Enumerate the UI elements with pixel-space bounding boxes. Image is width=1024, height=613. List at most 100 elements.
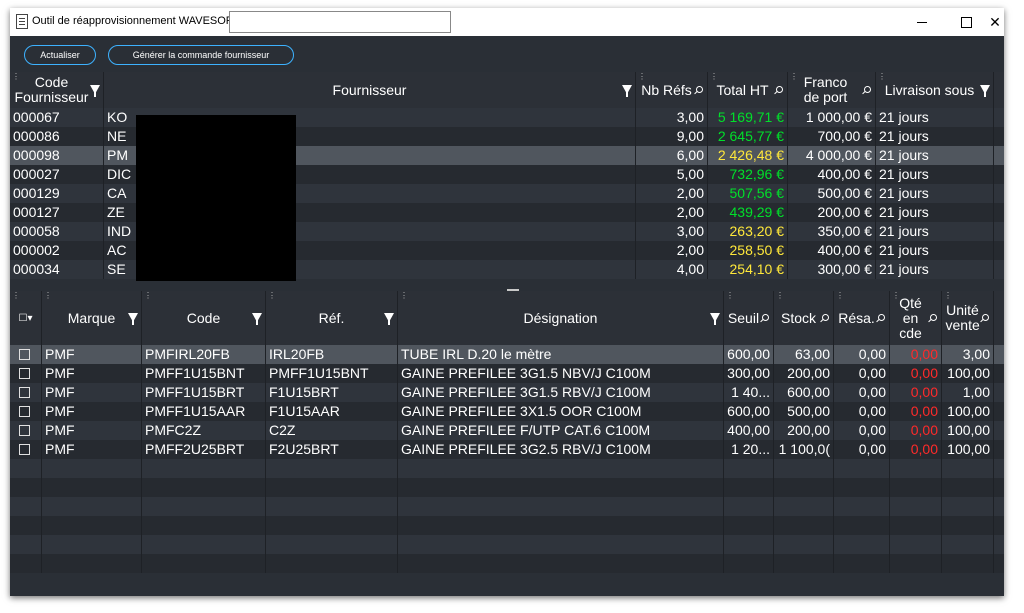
qty-ordered-cell: 0,00 [890,364,942,383]
search-icon[interactable] [776,86,783,93]
franco-cell: 300,00 € [788,260,876,279]
delivery-cell: 21 jours [876,203,994,222]
ref-cell: F1U15BRT [266,383,398,402]
row-checkbox[interactable] [19,349,30,360]
reserved-cell: 0,00 [834,383,890,402]
col-header-brand[interactable]: ⋮ Marque [42,291,142,345]
ref-cell: PMFF1U15BNT [266,364,398,383]
row-checkbox[interactable] [19,368,30,379]
generate-order-button[interactable]: Générer la commande fournisseur [108,45,294,65]
code-cell: PMFC2Z [142,421,266,440]
franco-cell: 200,00 € [788,203,876,222]
supplier-code-cell: 000098 [10,146,104,165]
unit-sale-cell: 100,00 [942,402,994,421]
col-header-stock[interactable]: ⋮ Stock [774,291,834,345]
col-header-supplier-code[interactable]: ⋮ Code Fournisseur [10,72,104,108]
col-header-designation[interactable]: ⋮ Désignation [398,291,724,345]
redacted-area [136,115,296,285]
designation-cell [398,554,724,573]
ref-cell [266,516,398,535]
threshold-cell: 300,00 [724,364,774,383]
unit-sale-cell [942,497,994,516]
threshold-cell: 1 40... [724,383,774,402]
item-row[interactable]: PMF PMFF1U15AAR F1U15AAR GAINE PREFILEE 3X1… [10,402,1004,421]
nb-refs-cell: 3,00 [636,222,708,241]
col-header-delivery[interactable]: ⋮ Livraison sous [876,72,994,108]
nb-refs-cell: 3,00 [636,108,708,127]
stock-cell [774,478,834,497]
col-header-supplier-name[interactable]: Fournisseur [104,72,636,108]
ref-cell: F1U15AAR [266,402,398,421]
reserved-cell [834,535,890,554]
filter-icon[interactable] [128,313,138,325]
col-header-total-ht[interactable]: ⋮ Total HT [708,72,788,108]
search-icon[interactable] [982,314,989,321]
search-icon[interactable] [762,314,769,321]
total-ht-cell: 2 645,77 € [708,127,788,146]
col-header-reserved[interactable]: ⋮ Résa. [834,291,890,345]
unit-sale-cell [942,535,994,554]
stock-cell: 1 100,0( [774,440,834,459]
select-cell [10,364,42,383]
franco-cell: 400,00 € [788,241,876,260]
reserved-cell [834,497,890,516]
empty-row [10,516,1004,535]
reserved-cell [834,478,890,497]
row-checkbox[interactable] [19,406,30,417]
filter-icon[interactable] [90,85,100,97]
col-header-threshold[interactable]: ⋮ Seuil [724,291,774,345]
supplier-code-cell: 000034 [10,260,104,279]
select-cell [10,459,42,478]
close-button[interactable]: ✕ [986,8,1004,36]
refresh-button[interactable]: Actualiser [24,45,96,65]
item-row[interactable]: PMF PMFF1U15BRT F1U15BRT GAINE PREFILEE 3G… [10,383,1004,402]
designation-cell [398,535,724,554]
filter-icon[interactable] [622,85,632,97]
code-cell: PMFF1U15AAR [142,402,266,421]
search-icon[interactable] [864,86,871,93]
item-row[interactable]: PMF PMFF2U25BRT F2U25BRT GAINE PREFILEE 3G… [10,440,1004,459]
maximize-button[interactable] [944,8,988,36]
col-header-ref[interactable]: ⋮ Réf. [266,291,398,345]
col-header-select-all[interactable]: ⋮ ☐▾ [10,291,42,345]
item-row[interactable]: PMF PMFIRL20FB IRL20FB TUBE IRL D.20 le mèt… [10,345,1004,364]
row-checkbox[interactable] [19,444,30,455]
filter-icon[interactable] [384,313,394,325]
qty-ordered-cell: 0,00 [890,345,942,364]
item-row[interactable]: PMF PMFF1U15BNT PMFF1U15BNT GAINE PREFILEE… [10,364,1004,383]
replenishment-window: Outil de réapprovisionnement WAVESOFT - … [10,8,1004,596]
filter-icon[interactable] [980,85,990,97]
code-cell [142,478,266,497]
reserved-cell [834,554,890,573]
franco-cell: 700,00 € [788,127,876,146]
window-title: Outil de réapprovisionnement WAVESOFT - [32,15,246,27]
col-header-qty-ordered[interactable]: ⋮ Qté en cde [890,291,942,345]
item-row[interactable]: PMF PMFC2Z C2Z GAINE PREFILEE F/UTP CAT.6 … [10,421,1004,440]
total-ht-cell: 258,50 € [708,241,788,260]
unit-sale-cell: 100,00 [942,364,994,383]
row-checkbox[interactable] [19,387,30,398]
filter-icon[interactable] [710,313,720,325]
stock-cell: 600,00 [774,383,834,402]
reserved-cell: 0,00 [834,440,890,459]
col-header-unit-sale[interactable]: ⋮ Unité vente [942,291,994,345]
search-icon[interactable] [878,314,885,321]
search-icon[interactable] [930,314,937,321]
search-icon[interactable] [696,86,703,93]
brand-cell: PMF [42,421,142,440]
minimize-button[interactable] [900,8,944,36]
nb-refs-cell: 5,00 [636,165,708,184]
search-icon[interactable] [822,314,829,321]
col-header-nb-refs[interactable]: ⋮ Nb Réfs [636,72,708,108]
threshold-cell: 600,00 [724,345,774,364]
row-checkbox[interactable] [19,425,30,436]
qty-ordered-cell [890,459,942,478]
qty-ordered-cell [890,535,942,554]
designation-cell: GAINE PREFILEE 3G1.5 NBV/J C100M [398,364,724,383]
select-cell [10,554,42,573]
stock-cell [774,516,834,535]
col-header-code[interactable]: ⋮ Code [142,291,266,345]
filter-icon[interactable] [252,313,262,325]
col-header-franco[interactable]: ⋮ Franco de port [788,72,876,108]
stock-cell: 200,00 [774,421,834,440]
